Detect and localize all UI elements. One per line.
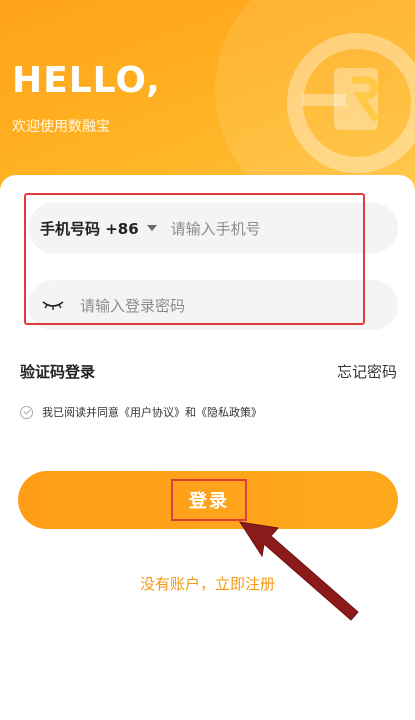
- phone-field[interactable]: 手机号码 +86 请输入手机号: [28, 203, 398, 253]
- password-field[interactable]: 请输入登录密码: [28, 280, 398, 330]
- eye-closed-icon[interactable]: [42, 299, 64, 311]
- welcome-text: 欢迎使用数融宝: [12, 119, 110, 135]
- agreement-text: 我已阅读并同意《用户协议》和《隐私政策》: [42, 406, 262, 419]
- forgot-password-link[interactable]: 忘记密码: [337, 361, 397, 382]
- login-button[interactable]: 登录: [18, 471, 398, 529]
- greeting-title: HELLO,: [12, 60, 161, 101]
- agreement-row[interactable]: 我已阅读并同意《用户协议》和《隐私政策》: [20, 404, 262, 420]
- register-link[interactable]: 没有账户，立即注册: [0, 573, 415, 594]
- login-button-label: 登录: [171, 479, 247, 521]
- country-code-selector[interactable]: 手机号码 +86: [40, 218, 139, 239]
- phone-input[interactable]: 请输入手机号: [171, 218, 261, 239]
- header-banner: HELLO, 欢迎使用数融宝: [0, 0, 415, 200]
- brand-logo-icon: [287, 33, 415, 173]
- sms-login-link[interactable]: 验证码登录: [20, 361, 95, 382]
- caret-down-icon[interactable]: [146, 225, 157, 231]
- check-circle-icon[interactable]: [20, 405, 33, 419]
- password-input[interactable]: 请输入登录密码: [80, 295, 185, 316]
- login-card: [0, 175, 415, 720]
